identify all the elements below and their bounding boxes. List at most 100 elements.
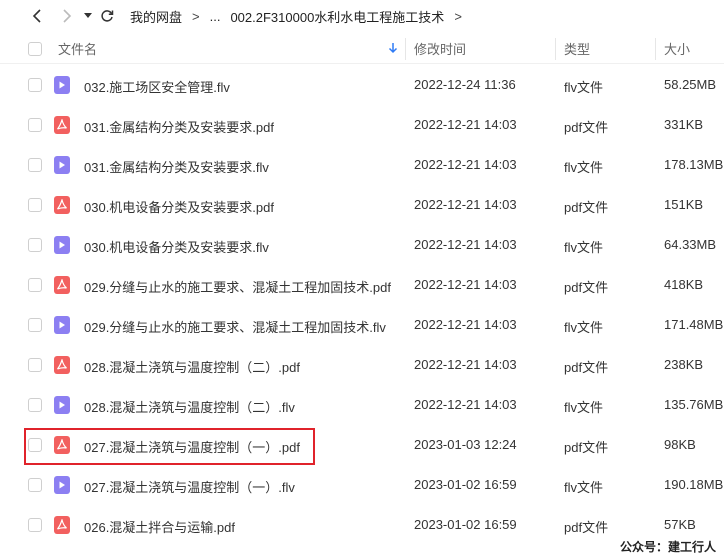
- pdf-file-icon: [54, 196, 70, 214]
- file-row[interactable]: 027.混凝土浇筑与温度控制（一）.flv 2023-01-02 16:59 f…: [0, 465, 724, 505]
- video-file-icon: [54, 76, 70, 94]
- file-type: flv文件: [564, 400, 604, 415]
- file-row[interactable]: 027.混凝土浇筑与温度控制（一）.pdf 2023-01-03 12:24 p…: [0, 425, 724, 465]
- file-row[interactable]: 030.机电设备分类及安装要求.flv 2022-12-21 14:03 flv…: [0, 225, 724, 265]
- chevron-right-icon: [63, 9, 72, 23]
- file-row[interactable]: 029.分缝与止水的施工要求、混凝土工程加固技术.flv 2022-12-21 …: [0, 305, 724, 345]
- file-size: 190.18MB: [664, 477, 724, 492]
- file-size: 98KB: [664, 437, 696, 452]
- row-checkbox[interactable]: [28, 198, 42, 212]
- file-name[interactable]: 028.混凝土浇筑与温度控制（二）.flv: [84, 397, 295, 416]
- back-button[interactable]: [24, 0, 50, 32]
- file-type: pdf文件: [564, 200, 609, 215]
- file-row[interactable]: 030.机电设备分类及安装要求.pdf 2022-12-21 14:03 pdf…: [0, 185, 724, 225]
- file-name[interactable]: 030.机电设备分类及安装要求.pdf: [84, 197, 274, 216]
- file-size: 57KB: [664, 517, 696, 532]
- breadcrumb: 我的网盘 > ... 002.2F310000水利水电工程施工技术 >: [130, 7, 472, 26]
- video-file-icon: [54, 396, 70, 414]
- refresh-icon: [101, 10, 114, 22]
- column-divider[interactable]: [655, 38, 656, 60]
- file-type: pdf文件: [564, 360, 609, 375]
- file-row[interactable]: 031.金属结构分类及安装要求.pdf 2022-12-21 14:03 pdf…: [0, 105, 724, 145]
- file-size: 238KB: [664, 357, 704, 372]
- row-checkbox[interactable]: [28, 358, 42, 372]
- column-header-type[interactable]: 类型: [564, 39, 590, 58]
- file-size: 178.13MB: [664, 157, 724, 172]
- history-dropdown-button[interactable]: [80, 0, 96, 32]
- video-file-icon: [54, 156, 70, 174]
- file-date: 2023-01-02 16:59: [414, 477, 517, 492]
- caret-down-icon: [84, 13, 92, 18]
- forward-button[interactable]: [54, 0, 80, 32]
- file-name[interactable]: 027.混凝土浇筑与温度控制（一）.flv: [84, 477, 295, 496]
- watermark-text: 公众号：建工行人: [616, 538, 721, 555]
- sort-descending-icon[interactable]: [388, 42, 398, 54]
- file-name[interactable]: 029.分缝与止水的施工要求、混凝土工程加固技术.flv: [84, 317, 386, 336]
- file-list-header: 文件名 修改时间 类型 大小: [0, 34, 724, 64]
- file-row[interactable]: 032.施工场区安全管理.flv 2022-12-24 11:36 flv文件 …: [0, 65, 724, 105]
- file-name[interactable]: 030.机电设备分类及安装要求.flv: [84, 237, 269, 256]
- file-name[interactable]: 027.混凝土浇筑与温度控制（一）.pdf: [84, 437, 300, 456]
- file-type: flv文件: [564, 240, 604, 255]
- video-file-icon: [54, 316, 70, 334]
- breadcrumb-separator: >: [454, 8, 462, 24]
- select-all-checkbox[interactable]: [28, 42, 42, 56]
- file-type: flv文件: [564, 80, 604, 95]
- file-size: 418KB: [664, 277, 704, 292]
- file-row[interactable]: 031.金属结构分类及安装要求.flv 2022-12-21 14:03 flv…: [0, 145, 724, 185]
- pdf-file-icon: [54, 116, 70, 134]
- file-name[interactable]: 029.分缝与止水的施工要求、混凝土工程加固技术.pdf: [84, 277, 391, 296]
- file-row[interactable]: 029.分缝与止水的施工要求、混凝土工程加固技术.pdf 2022-12-21 …: [0, 265, 724, 305]
- file-size: 331KB: [664, 117, 704, 132]
- file-date: 2022-12-21 14:03: [414, 117, 517, 132]
- row-checkbox[interactable]: [28, 438, 42, 452]
- file-size: 135.76MB: [664, 397, 724, 412]
- refresh-button[interactable]: [96, 0, 118, 32]
- row-checkbox[interactable]: [28, 118, 42, 132]
- pdf-file-icon: [54, 516, 70, 534]
- column-divider[interactable]: [555, 38, 556, 60]
- pdf-file-icon: [54, 356, 70, 374]
- file-date: 2022-12-21 14:03: [414, 357, 517, 372]
- file-size: 58.25MB: [664, 77, 717, 92]
- row-checkbox[interactable]: [28, 518, 42, 532]
- row-checkbox[interactable]: [28, 78, 42, 92]
- row-checkbox[interactable]: [28, 238, 42, 252]
- file-date: 2023-01-03 12:24: [414, 437, 517, 452]
- file-date: 2022-12-21 14:03: [414, 157, 517, 172]
- row-checkbox[interactable]: [28, 318, 42, 332]
- file-size: 171.48MB: [664, 317, 724, 332]
- file-date: 2022-12-21 14:03: [414, 397, 517, 412]
- video-file-icon: [54, 236, 70, 254]
- file-name[interactable]: 026.混凝土拌合与运输.pdf: [84, 517, 235, 536]
- file-date: 2022-12-21 14:03: [414, 317, 517, 332]
- column-header-date[interactable]: 修改时间: [414, 39, 466, 58]
- file-date: 2023-01-02 16:59: [414, 517, 517, 532]
- chevron-left-icon: [32, 9, 41, 23]
- navigation-bar: 我的网盘 > ... 002.2F310000水利水电工程施工技术 >: [0, 0, 724, 32]
- row-checkbox[interactable]: [28, 398, 42, 412]
- breadcrumb-item-current[interactable]: 002.2F310000水利水电工程施工技术: [230, 7, 444, 26]
- file-size: 151KB: [664, 197, 704, 212]
- file-name[interactable]: 031.金属结构分类及安装要求.flv: [84, 157, 269, 176]
- row-checkbox[interactable]: [28, 478, 42, 492]
- file-date: 2022-12-24 11:36: [414, 77, 516, 92]
- row-checkbox[interactable]: [28, 278, 42, 292]
- file-name[interactable]: 028.混凝土浇筑与温度控制（二）.pdf: [84, 357, 300, 376]
- row-checkbox[interactable]: [28, 158, 42, 172]
- column-header-size[interactable]: 大小: [664, 39, 690, 58]
- file-name[interactable]: 031.金属结构分类及安装要求.pdf: [84, 117, 274, 136]
- column-divider[interactable]: [405, 38, 406, 60]
- file-date: 2022-12-21 14:03: [414, 277, 517, 292]
- file-list: 032.施工场区安全管理.flv 2022-12-24 11:36 flv文件 …: [0, 65, 724, 545]
- video-file-icon: [54, 476, 70, 494]
- pdf-file-icon: [54, 276, 70, 294]
- breadcrumb-item-root[interactable]: 我的网盘: [130, 7, 182, 26]
- file-row[interactable]: 028.混凝土浇筑与温度控制（二）.pdf 2022-12-21 14:03 p…: [0, 345, 724, 385]
- file-type: pdf文件: [564, 120, 609, 135]
- file-name[interactable]: 032.施工场区安全管理.flv: [84, 77, 230, 96]
- column-header-name[interactable]: 文件名: [58, 39, 97, 58]
- file-row[interactable]: 028.混凝土浇筑与温度控制（二）.flv 2022-12-21 14:03 f…: [0, 385, 724, 425]
- breadcrumb-separator: >: [192, 8, 200, 24]
- breadcrumb-item-ellipsis[interactable]: ...: [210, 9, 221, 24]
